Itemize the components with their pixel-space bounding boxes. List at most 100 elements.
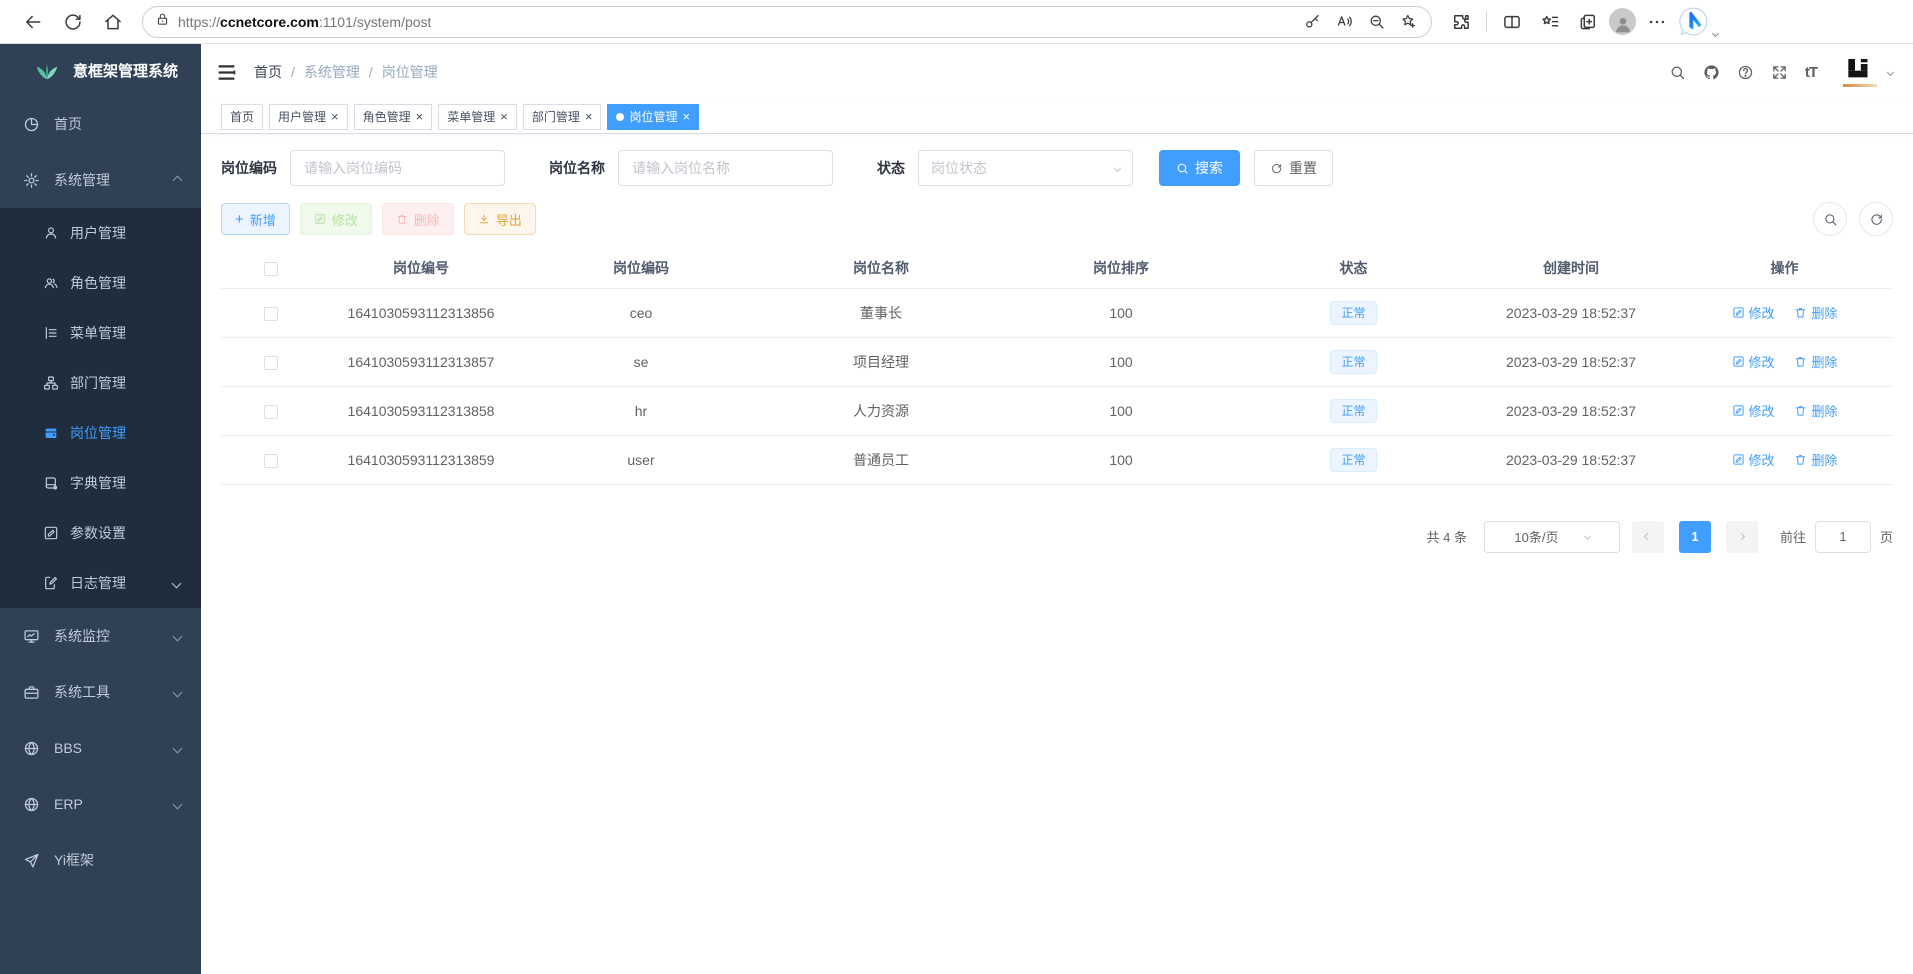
copilot-bing-icon[interactable] bbox=[1678, 6, 1709, 37]
row-edit-button[interactable]: 修改 bbox=[1732, 303, 1775, 322]
row-delete-button[interactable]: 删除 bbox=[1794, 352, 1837, 371]
download-icon bbox=[478, 213, 490, 225]
sidebar-item-system-mgmt[interactable]: 系统管理 bbox=[0, 152, 201, 208]
app-title: 意框架管理系统 bbox=[73, 60, 178, 81]
reset-button[interactable]: 重置 bbox=[1254, 150, 1333, 186]
sidebar-item-role-mgmt[interactable]: 角色管理 bbox=[0, 258, 201, 308]
user-avatar-dropdown[interactable] bbox=[1842, 54, 1893, 90]
post-code-input[interactable] bbox=[290, 150, 505, 186]
lock-icon[interactable] bbox=[155, 12, 170, 32]
edit-icon bbox=[1732, 453, 1745, 466]
sidebar-item-post-mgmt[interactable]: 岗位管理 bbox=[0, 408, 201, 458]
zoom-out-icon[interactable] bbox=[1361, 6, 1391, 38]
sidebar-item-home[interactable]: 首页 bbox=[0, 96, 201, 152]
home-icon[interactable] bbox=[96, 6, 130, 38]
row-delete-button[interactable]: 删除 bbox=[1794, 401, 1837, 420]
chevron-down-icon bbox=[1583, 533, 1590, 540]
page-size-select[interactable]: 10条/页 bbox=[1484, 521, 1620, 553]
row-delete-button[interactable]: 删除 bbox=[1794, 303, 1837, 322]
status-label: 状态 bbox=[877, 158, 905, 178]
header-search-icon[interactable] bbox=[1669, 64, 1686, 81]
goto-page-input[interactable] bbox=[1815, 521, 1871, 553]
gear-icon bbox=[23, 172, 40, 189]
copilot-collapse-caret[interactable] bbox=[1712, 29, 1719, 36]
tab-menu-mgmt[interactable]: 菜单管理× bbox=[438, 104, 517, 130]
chevron-down-icon bbox=[173, 687, 183, 697]
url-path: :1101/system/post bbox=[319, 14, 432, 30]
row-edit-button[interactable]: 修改 bbox=[1732, 352, 1775, 371]
sidebar-item-system-tools[interactable]: 系统工具 bbox=[0, 664, 201, 720]
fullscreen-icon[interactable] bbox=[1771, 64, 1788, 81]
add-button[interactable]: + 新增 bbox=[221, 203, 290, 235]
row-delete-label: 删除 bbox=[1811, 352, 1837, 371]
sidebar-item-param-settings[interactable]: 参数设置 bbox=[0, 508, 201, 558]
row-delete-button[interactable]: 删除 bbox=[1794, 450, 1837, 469]
refresh-icon[interactable] bbox=[56, 6, 90, 38]
post-name-label: 岗位名称 bbox=[549, 158, 605, 178]
cell-post-name: 普通员工 bbox=[761, 435, 1001, 484]
collapse-sidebar-icon[interactable] bbox=[216, 62, 237, 83]
tab-home[interactable]: 首页 bbox=[221, 104, 263, 130]
read-aloud-icon[interactable] bbox=[1329, 6, 1359, 38]
browser-profile-avatar[interactable] bbox=[1609, 8, 1636, 35]
sidebar-item-label: 系统监控 bbox=[54, 626, 110, 646]
user-icon bbox=[43, 225, 59, 241]
edit-button[interactable]: 修改 bbox=[300, 203, 372, 235]
more-menu-icon[interactable] bbox=[1640, 6, 1674, 38]
tab-close-icon[interactable]: × bbox=[331, 110, 339, 123]
sidebar-item-log-mgmt[interactable]: 日志管理 bbox=[0, 558, 201, 608]
breadcrumb-home[interactable]: 首页 bbox=[254, 62, 282, 82]
help-icon[interactable] bbox=[1737, 64, 1754, 81]
sidebar-item-label: 参数设置 bbox=[70, 523, 126, 543]
tab-close-icon[interactable]: × bbox=[682, 110, 690, 123]
favorite-add-icon[interactable] bbox=[1393, 6, 1423, 38]
prev-page-button[interactable] bbox=[1632, 521, 1664, 553]
tab-close-icon[interactable]: × bbox=[500, 110, 508, 123]
sidebar-item-menu-mgmt[interactable]: 菜单管理 bbox=[0, 308, 201, 358]
tab-role-mgmt[interactable]: 角色管理× bbox=[354, 104, 433, 130]
org-tree-icon bbox=[43, 375, 59, 391]
sidebar-item-yi-framework[interactable]: Yi框架 bbox=[0, 832, 201, 888]
post-name-input[interactable] bbox=[618, 150, 833, 186]
split-screen-icon[interactable] bbox=[1495, 6, 1529, 38]
row-checkbox[interactable] bbox=[264, 307, 278, 321]
cell-post-code: hr bbox=[521, 386, 761, 435]
sidebar-item-label: 岗位管理 bbox=[70, 423, 126, 443]
delete-button[interactable]: 删除 bbox=[382, 203, 454, 235]
tab-user-mgmt[interactable]: 用户管理× bbox=[269, 104, 348, 130]
font-size-icon[interactable]: tT bbox=[1805, 64, 1817, 81]
next-page-button[interactable] bbox=[1726, 521, 1758, 553]
refresh-table-button[interactable] bbox=[1859, 202, 1893, 236]
tab-close-icon[interactable]: × bbox=[585, 110, 593, 123]
sidebar-item-dept-mgmt[interactable]: 部门管理 bbox=[0, 358, 201, 408]
current-page-button[interactable]: 1 bbox=[1679, 521, 1711, 553]
row-edit-button[interactable]: 修改 bbox=[1732, 450, 1775, 469]
tags-view-bar: 首页 用户管理× 角色管理× 菜单管理× 部门管理× 岗位管理× bbox=[201, 100, 1913, 134]
collections-icon[interactable] bbox=[1571, 6, 1605, 38]
sidebar-item-erp[interactable]: ERP bbox=[0, 776, 201, 832]
select-all-checkbox[interactable] bbox=[264, 262, 278, 276]
row-checkbox[interactable] bbox=[264, 356, 278, 370]
row-edit-button[interactable]: 修改 bbox=[1732, 401, 1775, 420]
address-bar[interactable]: https://ccnetcore.com:1101/system/post bbox=[142, 6, 1432, 38]
trash-icon bbox=[1794, 306, 1807, 319]
export-button[interactable]: 导出 bbox=[464, 203, 536, 235]
password-key-icon[interactable] bbox=[1297, 6, 1327, 38]
extensions-icon[interactable] bbox=[1444, 6, 1478, 38]
github-icon[interactable] bbox=[1703, 64, 1720, 81]
search-button[interactable]: 搜索 bbox=[1159, 150, 1240, 186]
tab-dept-mgmt[interactable]: 部门管理× bbox=[523, 104, 602, 130]
row-checkbox[interactable] bbox=[264, 405, 278, 419]
toggle-search-button[interactable] bbox=[1813, 202, 1847, 236]
sidebar-item-user-mgmt[interactable]: 用户管理 bbox=[0, 208, 201, 258]
status-select[interactable]: 岗位状态 bbox=[918, 150, 1133, 186]
sidebar-item-dict-mgmt[interactable]: 字典管理 bbox=[0, 458, 201, 508]
favorites-bar-icon[interactable] bbox=[1533, 6, 1567, 38]
url-host: ccnetcore.com bbox=[220, 14, 319, 30]
row-checkbox[interactable] bbox=[264, 454, 278, 468]
tab-post-mgmt[interactable]: 岗位管理× bbox=[607, 104, 699, 130]
back-icon[interactable] bbox=[16, 6, 50, 38]
sidebar-item-bbs[interactable]: BBS bbox=[0, 720, 201, 776]
tab-close-icon[interactable]: × bbox=[416, 110, 424, 123]
sidebar-item-system-monitor[interactable]: 系统监控 bbox=[0, 608, 201, 664]
